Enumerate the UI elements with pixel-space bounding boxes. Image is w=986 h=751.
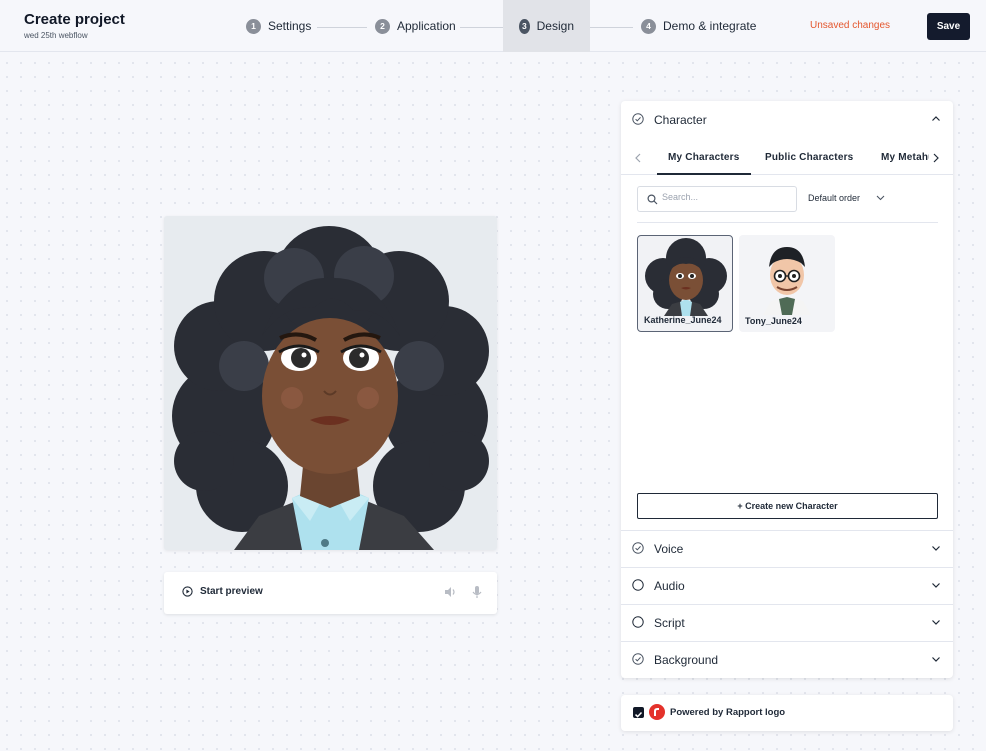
play-icon [182,586,193,597]
avatar-image [172,226,489,550]
sort-label: Default order [808,193,861,203]
step-label: Application [397,19,456,33]
character-section-label: Character [654,113,707,127]
check-circle-icon [632,653,644,665]
page-title: Create project [24,11,125,28]
background-section-header[interactable]: Background [621,641,953,678]
script-section-label: Script [654,616,685,630]
chevron-down-icon [876,195,885,201]
rapport-logo-icon [649,704,665,720]
step-number: 4 [641,18,656,34]
avatar-preview [164,216,497,550]
character-search [637,186,797,212]
divider [637,222,938,223]
step-number: 2 [375,18,390,34]
check-circle-icon [632,542,644,554]
step-label: Demo & integrate [663,19,757,33]
background-section-label: Background [654,653,719,667]
character-card-tony[interactable]: Tony_June24 [739,235,835,332]
search-input[interactable] [662,192,790,202]
step-label: Design [536,19,574,33]
chevron-right-icon[interactable] [932,152,940,164]
step-application[interactable]: 2 Application [375,0,456,52]
step-number: 1 [246,18,261,34]
audio-section-label: Audio [654,579,685,593]
create-character-button[interactable]: + Create new Character [637,493,938,519]
empty-circle-icon [632,579,644,591]
start-preview-label: Start preview [200,586,263,597]
empty-circle-icon [632,616,644,628]
tab-my-metahumans[interactable]: My Metahumans [881,152,929,163]
step-connector [460,27,503,28]
voice-section-header[interactable]: Voice [621,530,953,567]
script-section-header[interactable]: Script [621,604,953,641]
chevron-down-icon [932,620,940,625]
step-connector [590,27,633,28]
tab-public-characters[interactable]: Public Characters [765,152,853,163]
check-circle-icon [632,113,644,125]
chevron-down-icon [932,657,940,662]
chevron-up-icon [932,116,940,121]
chevron-down-icon [932,546,940,551]
powered-by-label: Powered by Rapport logo [670,707,786,718]
microphone-icon[interactable] [471,585,483,599]
top-bar: Create project wed 25th webflow 1 Settin… [0,0,986,52]
step-label: Settings [268,19,312,33]
character-thumbnail [645,238,727,316]
project-heading: Create project wed 25th webflow [24,11,125,40]
powered-by-checkbox[interactable] [633,707,644,718]
speaker-icon[interactable] [443,585,457,599]
character-name: Tony_June24 [745,316,802,326]
tab-my-characters[interactable]: My Characters [657,152,750,175]
character-thumbnail [763,247,811,315]
search-icon [647,194,658,205]
voice-section-label: Voice [654,542,684,556]
design-settings-panel: Character My Characters Public Character… [621,101,953,678]
preview-controls: Start preview [164,572,497,614]
chevron-left-icon[interactable] [634,152,642,164]
character-section-header[interactable]: Character [621,101,953,138]
step-settings[interactable]: 1 Settings [246,0,311,52]
step-connector [317,27,367,28]
unsaved-changes-label: Unsaved changes [810,20,891,31]
character-tabs: My Characters Public Characters My Metah… [621,144,953,175]
audio-section-header[interactable]: Audio [621,567,953,604]
project-name: wed 25th webflow [24,31,88,40]
character-card-katherine[interactable]: Katherine_June24 [637,235,733,332]
powered-by-option: Powered by Rapport logo [621,695,953,731]
character-name: Katherine_June24 [644,315,722,325]
step-number: 3 [519,18,530,34]
step-design[interactable]: 3 Design [503,0,590,52]
step-demo-integrate[interactable]: 4 Demo & integrate [641,0,756,52]
checkmark-icon [634,711,643,718]
chevron-down-icon [932,583,940,588]
sort-dropdown[interactable]: Default order [808,193,885,203]
save-button[interactable]: Save [927,13,970,40]
start-preview-button[interactable]: Start preview [182,586,263,597]
